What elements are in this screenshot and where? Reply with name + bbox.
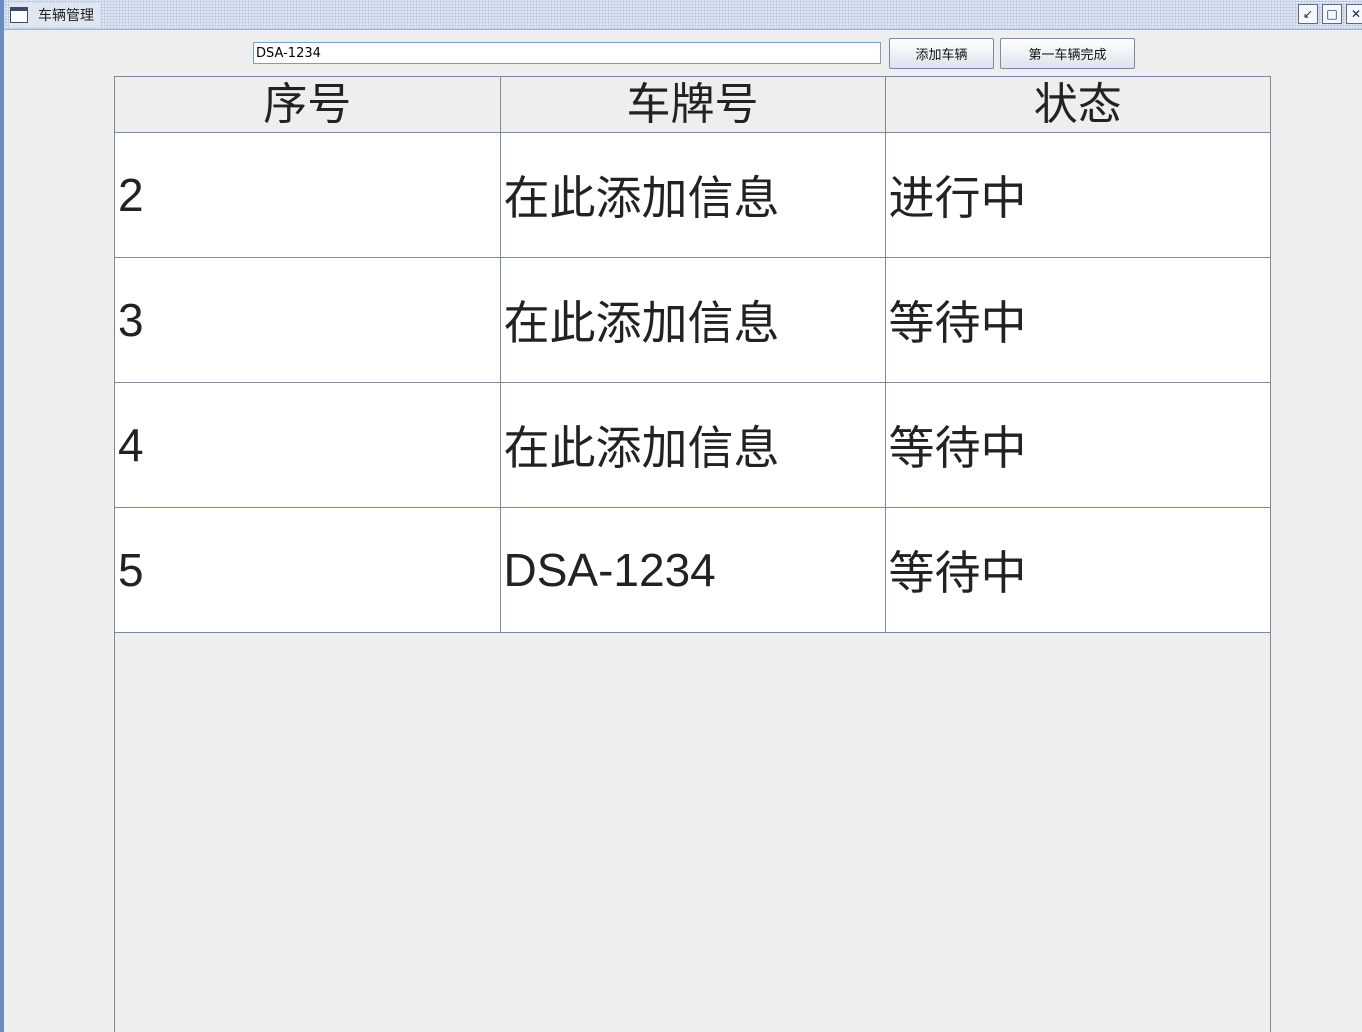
title-bar[interactable]: 车辆管理 ↙ □ ✕	[4, 0, 1362, 30]
close-icon[interactable]: ✕	[1346, 4, 1362, 24]
window-icon	[10, 7, 28, 23]
cell-status[interactable]: 等待中	[885, 507, 1270, 633]
cell-plate[interactable]: DSA-1234	[500, 507, 886, 633]
cell-index[interactable]: 4	[115, 382, 501, 508]
add-vehicle-button[interactable]: 添加车辆	[889, 38, 994, 69]
vehicle-table-scrollpane[interactable]: 序号 车牌号 状态 2 在此添加信息 进行中 3 在此添加信息 等待中 4 在此…	[114, 76, 1271, 1032]
column-header-status[interactable]: 状态	[885, 77, 1270, 133]
cell-index[interactable]: 5	[115, 507, 501, 633]
cell-status[interactable]: 等待中	[885, 382, 1270, 508]
maximize-icon[interactable]: □	[1322, 4, 1342, 24]
window-title: 车辆管理	[38, 8, 94, 24]
table-row[interactable]: 3 在此添加信息 等待中	[115, 257, 1270, 383]
title-group: 车辆管理	[10, 3, 100, 27]
cell-index[interactable]: 2	[115, 132, 501, 258]
cell-plate[interactable]: 在此添加信息	[500, 382, 886, 508]
table-row[interactable]: 4 在此添加信息 等待中	[115, 382, 1270, 508]
cell-plate[interactable]: 在此添加信息	[500, 132, 886, 258]
table-header-row: 序号 车牌号 状态	[115, 77, 1270, 133]
table-row[interactable]: 5 DSA-1234 等待中	[115, 507, 1270, 633]
license-plate-input[interactable]	[253, 42, 881, 64]
table-row[interactable]: 2 在此添加信息 进行中	[115, 132, 1270, 258]
cell-status[interactable]: 进行中	[885, 132, 1270, 258]
restore-icon[interactable]: ↙	[1298, 4, 1318, 24]
column-header-plate[interactable]: 车牌号	[500, 77, 886, 133]
first-vehicle-done-button[interactable]: 第一车辆完成	[1000, 38, 1135, 69]
application-window: 车辆管理 ↙ □ ✕ 添加车辆 第一车辆完成 序号 车牌号 状态 2 在此添加信…	[0, 0, 1362, 1032]
cell-status[interactable]: 等待中	[885, 257, 1270, 383]
cell-plate[interactable]: 在此添加信息	[500, 257, 886, 383]
window-controls: ↙ □ ✕	[1298, 4, 1362, 24]
column-header-index[interactable]: 序号	[115, 77, 501, 133]
vehicle-table: 序号 车牌号 状态 2 在此添加信息 进行中 3 在此添加信息 等待中 4 在此…	[115, 77, 1270, 633]
cell-index[interactable]: 3	[115, 257, 501, 383]
